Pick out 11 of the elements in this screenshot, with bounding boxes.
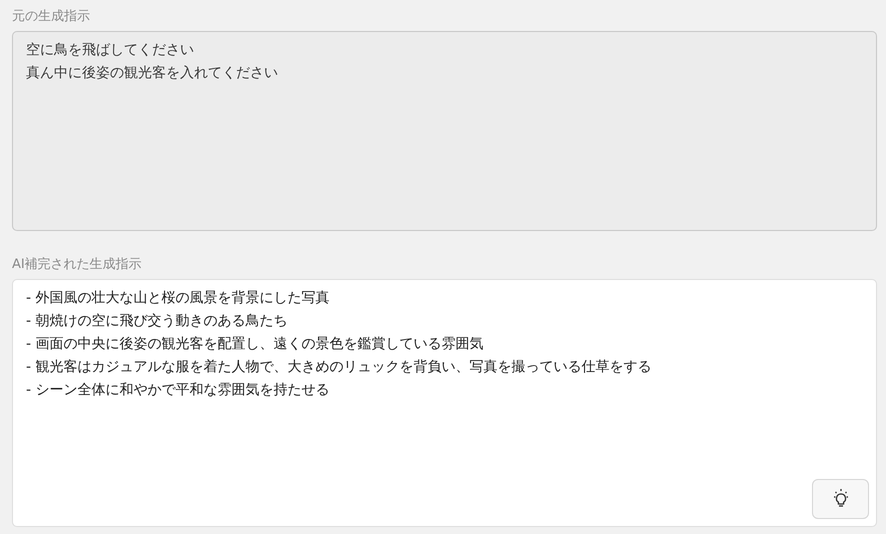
prompt-line: - 外国風の壮大な山と桜の風景を背景にした写真	[26, 289, 330, 308]
prompt-line: - 画面の中央に後姿の観光客を配置し、遠くの景色を鑑賞している雰囲気	[26, 335, 484, 354]
field-label: AI補完された生成指示	[12, 257, 143, 273]
field-label: 元の生成指示	[12, 9, 91, 25]
prompt-line: - 観光客はカジュアルな服を着た人物で、大きめのリュックを背負い、写真を撮っている仕草をする	[26, 358, 652, 377]
prompt-line: - シーン全体に和やかで平和な雰囲気を持たせる	[26, 381, 330, 400]
prompt-field[interactable]: - 外国風の壮大な山と桜の風景を背景にした写真 - 朝焼けの空に飛び交う動きのある鳥たち - 画面の中央に後姿の観光客を配置し、遠くの景色を鑑賞している雰囲気 - 観光客はカジュアルな服を着た人物で、大きめのリュックを背負い、写真を撮っている仕草をする - シーン全体に和やかで平和な雰囲気を持たせる	[12, 279, 877, 527]
idea-button[interactable]	[812, 479, 869, 519]
prompt-line: 真ん中に後姿の観光客を入れてください	[26, 64, 278, 83]
prompt-line: 空に鳥を飛ばしてください	[26, 41, 194, 60]
prompt-line: - 朝焼けの空に飛び交う動きのある鳥たち	[26, 312, 288, 331]
